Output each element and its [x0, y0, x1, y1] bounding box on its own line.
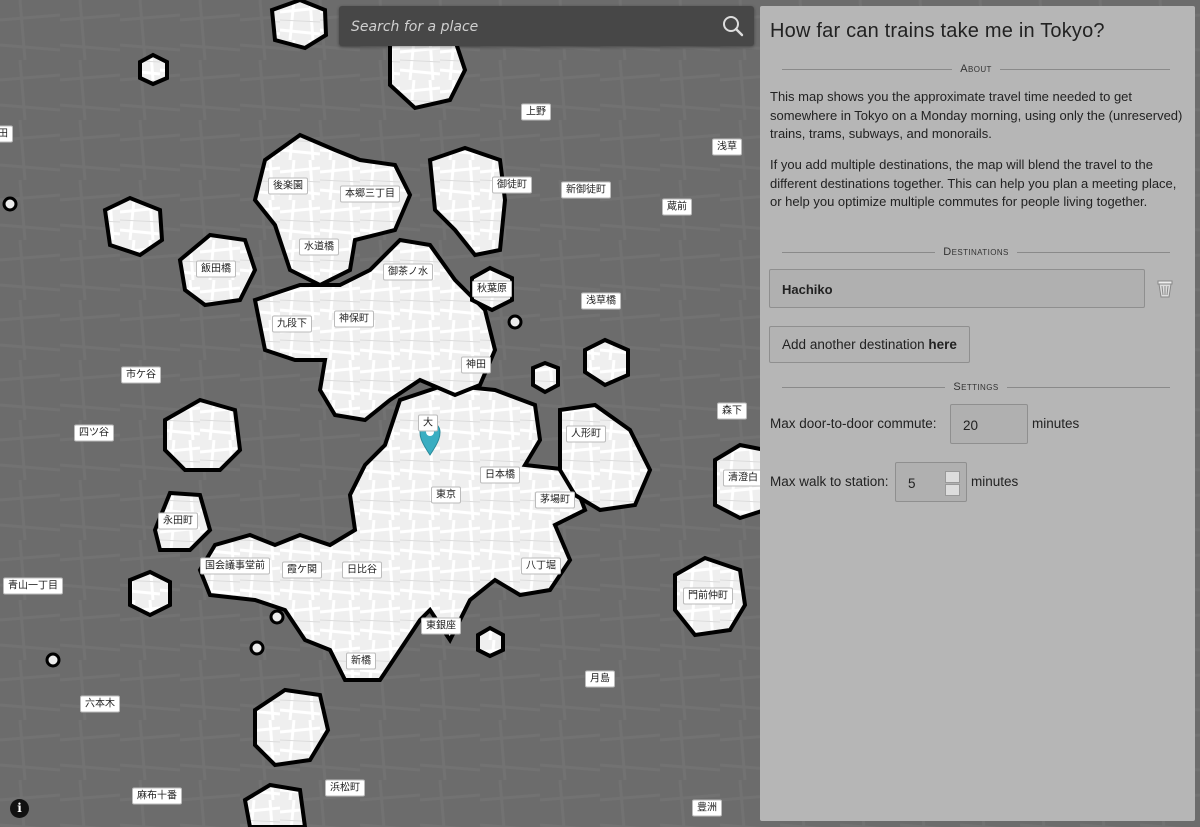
commute-field — [950, 404, 1028, 445]
map-label: 上野 — [521, 103, 551, 121]
add-destination-button[interactable]: Add another destination here — [769, 326, 970, 363]
map-label: 本郷三丁目 — [340, 185, 400, 203]
map-label: 清澄白 — [723, 469, 763, 487]
map-label: 九段下 — [272, 315, 312, 333]
spinner-up-icon[interactable] — [945, 471, 960, 483]
map-label: 門前仲町 — [683, 587, 733, 605]
destination-input[interactable] — [780, 270, 1124, 309]
map-label: 大 — [418, 414, 438, 432]
map-label: 六本木 — [80, 695, 120, 713]
walk-spinner[interactable] — [945, 471, 960, 496]
map-label: 麻布十番 — [132, 787, 182, 805]
trash-icon[interactable] — [1156, 278, 1174, 298]
map-label: 浜松町 — [325, 779, 365, 797]
map-label: 人形町 — [566, 425, 606, 443]
page-title: How far can trains take me in Tokyo? — [770, 20, 1105, 42]
search-input[interactable] — [349, 6, 713, 48]
map-label: 日本橋 — [480, 466, 520, 484]
map-label: 四ツ谷 — [74, 424, 114, 442]
map-label: 豊洲 — [692, 799, 722, 817]
walk-label: Max walk to station: — [770, 474, 889, 489]
map-label: 東京 — [431, 486, 461, 504]
map-label: 国会議事堂前 — [200, 557, 270, 575]
search-icon[interactable] — [722, 15, 744, 37]
commute-input[interactable] — [961, 405, 1015, 445]
map-label: 神田 — [461, 356, 491, 374]
map-label: 田 — [0, 125, 13, 143]
map-label: 市ケ谷 — [121, 366, 161, 384]
spinner-down-icon[interactable] — [945, 484, 960, 496]
map-label: 浅草橋 — [581, 292, 621, 310]
commute-label: Max door-to-door commute: — [770, 416, 937, 431]
map-label: 東銀座 — [421, 617, 461, 635]
map-label: 秋葉原 — [472, 280, 512, 298]
map-label: 後楽園 — [268, 177, 308, 195]
search-bar — [339, 6, 754, 48]
map-label: 水道橋 — [299, 238, 339, 256]
map-label: 青山一丁目 — [3, 577, 63, 595]
about-paragraph-1: This map shows you the approximate trave… — [770, 89, 1183, 141]
info-panel: How far can trains take me in Tokyo? Abo… — [760, 6, 1195, 821]
map-label: 月島 — [585, 670, 615, 688]
map-label: 新御徒町 — [561, 181, 611, 199]
map-label: 御徒町 — [492, 176, 532, 194]
map-label: 浅草 — [712, 138, 742, 156]
walk-unit: minutes — [971, 474, 1019, 489]
add-destination-here: here — [928, 337, 957, 352]
map-label: 新橋 — [346, 652, 376, 670]
map-label: 茅場町 — [535, 491, 575, 509]
info-icon[interactable]: i — [10, 799, 29, 818]
commute-unit: minutes — [1032, 416, 1080, 431]
settings-heading: Settings — [782, 380, 1170, 394]
destination-field — [769, 269, 1145, 309]
map-label: 蔵前 — [662, 198, 692, 216]
map-label: 日比谷 — [342, 561, 382, 579]
destinations-heading: Destinations — [782, 245, 1170, 259]
map-label: 神保町 — [334, 310, 374, 328]
about-heading: About — [782, 62, 1170, 76]
map-label: 永田町 — [158, 512, 198, 530]
map-label: 飯田橋 — [196, 260, 236, 278]
map-label: 御茶ノ水 — [383, 263, 433, 281]
map-label: 森下 — [717, 402, 747, 420]
walk-field — [895, 462, 967, 503]
map-label: 八丁堀 — [521, 557, 561, 575]
about-paragraph-2: If you add multiple destinations, the ma… — [770, 157, 1177, 209]
map-label: 霞ケ関 — [282, 561, 322, 579]
add-destination-label: Add another destination — [782, 337, 929, 352]
